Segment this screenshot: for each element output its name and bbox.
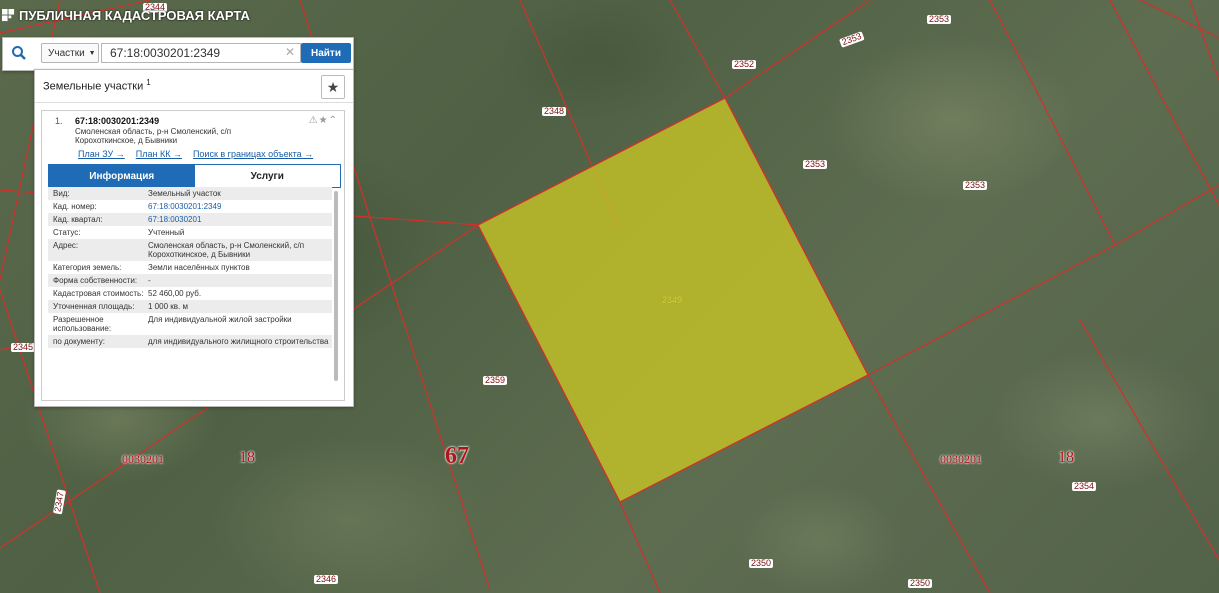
info-label: Кадастровая стоимость: [53,289,144,298]
info-tabs: Информация Услуги [48,164,341,188]
favorite-button[interactable]: ★ [321,75,345,99]
info-row: Кадастровая стоимость: 52 460,00 руб. [48,287,332,300]
district-label: 18 [239,449,255,466]
info-value: Для индивидуальной жилой застройки [148,315,292,324]
info-row: по документу: для индивидуального жилищно… [48,335,332,348]
svg-text:2350: 2350 [751,558,771,568]
results-panel: Земельные участки 1 ★ 1. 67:18:0030201:2… [34,69,354,407]
info-value: для индивидуального жилищного строительс… [148,337,329,346]
region-label: 67 [445,443,469,469]
info-label: Кад. квартал: [53,215,103,224]
quarter-label: 0030201 [940,452,982,466]
parcel-label: 2347 [52,489,66,515]
parcel-label: 2348 [542,106,566,116]
info-value: 52 460,00 руб. [148,289,202,298]
card-links: План ЗУ → План КК → Поиск в границах объ… [78,149,313,159]
app-title: ПУБЛИЧНАЯ КАДАСТРОВАЯ КАРТА [19,8,250,23]
parcel-label: 2352 [732,59,756,69]
search-bar: Участки ▼ ✕ Найти [2,37,354,71]
svg-text:2346: 2346 [316,574,336,584]
info-label: Кад. номер: [53,202,97,211]
parcel-label: 2346 [314,574,338,584]
parcel-label: 2350 [908,578,932,588]
tab-information[interactable]: Информация [49,165,195,187]
parcel-label: 2359 [483,375,507,385]
svg-text:2348: 2348 [544,106,564,116]
svg-text:2347: 2347 [52,491,65,512]
info-label: Статус: [53,228,81,237]
search-icon[interactable] [11,45,27,61]
info-label: Вид: [53,189,70,198]
info-row: Вид: Земельный участок [48,187,332,200]
info-row: Форма собственности: - [48,274,332,287]
search-in-bounds-link[interactable]: Поиск в границах объекта → [193,149,313,159]
info-label: Разрешенное использование: [53,315,112,333]
quarter-label: 0030201 [122,452,164,466]
info-value[interactable]: 67:18:0030201:2349 [148,202,332,211]
info-label: Адрес: [53,241,79,250]
info-label: Категория земель: [53,263,122,272]
clear-icon[interactable]: ✕ [285,45,295,59]
info-label: Форма собственности: [53,276,138,285]
svg-text:2359: 2359 [485,375,505,385]
search-input[interactable] [101,43,301,63]
logo-icon [2,9,15,22]
scrollbar[interactable] [334,191,338,381]
results-count: 1 [146,78,151,87]
parcel-label: 2353 [963,180,987,190]
info-row: Статус: Учтенный [48,226,332,239]
star-icon: ★ [326,78,340,95]
info-value: - [148,276,151,285]
svg-text:2350: 2350 [910,578,930,588]
tab-services[interactable]: Услуги [194,165,340,187]
selected-parcel-label: 2349 [662,295,682,305]
app-header: ПУБЛИЧНАЯ КАДАСТРОВАЯ КАРТА [2,8,250,23]
parcel-label: 2353 [803,159,827,169]
info-row: Кад. квартал: 67:18:0030201 [48,213,332,226]
cadastral-number: 67:18:0030201:2349 [75,116,160,126]
chevron-down-icon: ▼ [88,49,96,57]
results-title: Земельные участки 1 [43,78,151,93]
info-value: Смоленская область, р-н Смоленский, с/п … [148,241,305,259]
svg-text:2353: 2353 [929,14,949,24]
info-row: Кад. номер: 67:18:0030201:2349 [48,200,332,213]
parcel-label: 2345 [11,342,35,352]
svg-text:2345: 2345 [13,342,33,352]
svg-text:2353: 2353 [965,180,985,190]
result-card[interactable]: 1. 67:18:0030201:2349 Смоленская область… [41,110,345,401]
svg-text:2352: 2352 [734,59,754,69]
find-button[interactable]: Найти [301,43,351,63]
info-row: Уточненная площадь: 1 000 кв. м [48,300,332,313]
district-label: 18 [1058,449,1074,466]
plan-zu-link[interactable]: План ЗУ → [78,149,125,159]
info-value: Земли населённых пунктов [148,263,250,272]
info-table: Вид: Земельный участок Кад. номер: 67:18:00… [48,187,332,348]
parcel-label: 2353 [839,31,865,48]
info-value: Земельный участок [148,189,221,198]
divider [35,102,353,103]
parcel-label: 2350 [749,558,773,568]
info-row: Адрес: Смоленская область, р-н Смоленский… [48,239,332,261]
info-label: по документу: [53,337,105,346]
card-action-icons[interactable]: ⚠★⌃ [309,115,338,126]
search-type-select[interactable]: Участки ▼ [41,43,99,63]
info-value: 1 000 кв. м [148,302,188,311]
info-label: Уточненная площадь: [53,302,135,311]
info-value[interactable]: 67:18:0030201 [148,215,332,224]
info-row: Категория земель: Земли населённых пункто… [48,261,332,274]
info-row: Разрешенное использование: Для индивидуал… [48,313,332,335]
plan-kk-link[interactable]: План КК → [136,149,182,159]
parcel-label: 2353 [927,14,951,24]
info-value: Учтенный [148,228,185,237]
svg-text:2353: 2353 [841,31,863,47]
result-address: Смоленская область, р-н Смоленский, с/п … [75,127,232,145]
svg-text:2353: 2353 [805,159,825,169]
parcel-label: 2354 [1072,481,1096,491]
result-index: 1. [55,116,63,126]
svg-text:2354: 2354 [1074,481,1094,491]
